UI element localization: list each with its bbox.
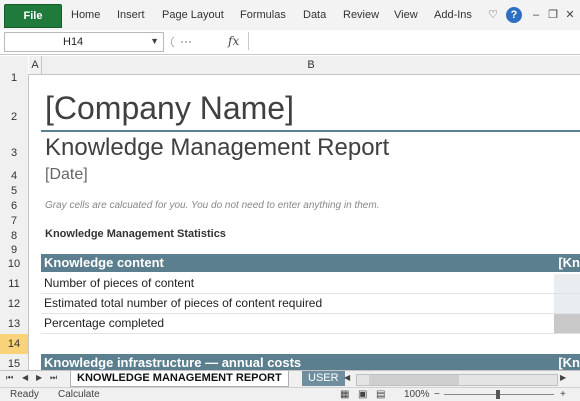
sheet-tab-bar: ⏮ ◀ ▶ ⏭ KNOWLEDGE MANAGEMENT REPORT USER… — [0, 370, 580, 387]
row-header-1[interactable]: 1 — [0, 73, 29, 84]
row-header-12[interactable]: 12 — [0, 294, 29, 314]
minimize-icon[interactable]: – — [528, 7, 544, 23]
section-header-infrastructure-costs[interactable]: Knowledge infrastructure — annual costs … — [41, 354, 580, 370]
row-label: Number of pieces of content — [44, 276, 195, 290]
row-header-15[interactable]: 15 — [0, 354, 29, 370]
zoom-slider-thumb[interactable] — [496, 390, 500, 399]
title-divider — [41, 130, 580, 132]
formula-bar-divider[interactable] — [166, 36, 216, 48]
tab-add-ins[interactable]: Add-Ins — [434, 9, 472, 21]
status-ready: Ready — [10, 389, 39, 400]
formula-bar: H14 ▼ fx — [0, 30, 580, 55]
row-label: Estimated total number of pieces of cont… — [44, 296, 323, 310]
row-header-5[interactable]: 5 — [0, 186, 29, 197]
statistics-heading[interactable]: Knowledge Management Statistics — [45, 228, 226, 240]
hint-text[interactable]: Gray cells are calcuated for you. You do… — [45, 200, 379, 211]
row-header-3[interactable]: 3 — [0, 134, 29, 166]
section-header-knowledge-content[interactable]: Knowledge content [Kn — [41, 254, 580, 272]
value-cell[interactable] — [554, 294, 580, 313]
status-calculate[interactable]: Calculate — [58, 389, 100, 400]
row-header-6[interactable]: 6 — [0, 196, 29, 216]
zoom-level[interactable]: 100% — [404, 389, 430, 400]
status-bar: Ready Calculate ▦ ▣ ▤ 100% − + — [0, 387, 580, 401]
section-right-label: [Kn — [558, 355, 580, 370]
row-header-4[interactable]: 4 — [0, 166, 29, 186]
row-header-10[interactable]: 10 — [0, 254, 29, 274]
name-box[interactable]: H14 ▼ — [4, 32, 164, 52]
row-header-8[interactable]: 8 — [0, 226, 29, 246]
name-box-value: H14 — [63, 36, 84, 48]
row-label: Percentage completed — [44, 316, 165, 330]
normal-view-icon[interactable]: ▦ — [340, 389, 349, 400]
scrollbar-thumb[interactable] — [369, 375, 459, 385]
section-label: Knowledge content — [44, 255, 164, 270]
horizontal-scrollbar[interactable] — [356, 374, 558, 386]
row-header-14[interactable]: 14 — [0, 334, 29, 354]
column-header-b[interactable]: B — [42, 56, 580, 75]
column-header-a[interactable]: A — [29, 56, 42, 75]
prev-sheet-icon[interactable]: ◀ — [22, 373, 28, 382]
row-header-7[interactable]: 7 — [0, 216, 29, 227]
row-header-2[interactable]: 2 — [0, 82, 29, 134]
row-header-13[interactable]: 13 — [0, 314, 29, 334]
company-name-cell[interactable]: [Company Name] — [45, 90, 294, 127]
date-cell[interactable]: [Date] — [45, 166, 88, 184]
tab-page-layout[interactable]: Page Layout — [162, 9, 224, 21]
tab-view[interactable]: View — [394, 9, 418, 21]
scroll-right-icon[interactable]: ▶ — [560, 373, 566, 382]
page-layout-view-icon[interactable]: ▣ — [358, 389, 367, 400]
scroll-left-icon[interactable]: ◀ — [344, 373, 350, 382]
tab-home[interactable]: Home — [71, 9, 100, 21]
sheet-tab-knowledge-management-report[interactable]: KNOWLEDGE MANAGEMENT REPORT — [70, 371, 289, 387]
close-icon[interactable]: ✕ — [562, 7, 578, 23]
table-row[interactable]: Percentage completed — [41, 314, 580, 334]
next-sheet-icon[interactable]: ▶ — [36, 373, 42, 382]
restore-icon[interactable]: ❐ — [545, 7, 561, 23]
zoom-out-icon[interactable]: − — [434, 389, 440, 400]
insert-function-icon[interactable]: fx — [228, 34, 239, 48]
section-right-label: [Kn — [558, 255, 580, 270]
chevron-down-icon[interactable]: ▼ — [150, 36, 159, 46]
table-row[interactable]: Estimated total number of pieces of cont… — [41, 294, 580, 314]
worksheet-grid[interactable]: [Company Name] Knowledge Management Repo… — [29, 74, 580, 370]
tab-formulas[interactable]: Formulas — [240, 9, 286, 21]
help-icon[interactable]: ? — [506, 7, 522, 23]
heart-icon[interactable]: ♡ — [485, 7, 501, 23]
section-label: Knowledge infrastructure — annual costs — [44, 355, 302, 370]
table-row[interactable]: Number of pieces of content — [41, 274, 580, 294]
tab-data[interactable]: Data — [303, 9, 326, 21]
file-tab[interactable]: File — [4, 4, 62, 28]
calculated-cell[interactable] — [554, 314, 580, 333]
tab-insert[interactable]: Insert — [117, 9, 145, 21]
ribbon-tab-bar: File Home Insert Page Layout Formulas Da… — [0, 0, 580, 31]
tab-review[interactable]: Review — [343, 9, 379, 21]
page-break-view-icon[interactable]: ▤ — [376, 389, 385, 400]
row-header-9[interactable]: 9 — [0, 245, 29, 256]
last-sheet-icon[interactable]: ⏭ — [50, 373, 57, 383]
first-sheet-icon[interactable]: ⏮ — [6, 373, 13, 383]
value-cell[interactable] — [554, 274, 580, 293]
formula-input[interactable] — [248, 32, 577, 50]
report-title-cell[interactable]: Knowledge Management Report — [45, 134, 389, 162]
row-header-11[interactable]: 11 — [0, 274, 29, 294]
sheet-tab-user[interactable]: USER — [302, 371, 345, 386]
zoom-in-icon[interactable]: + — [560, 389, 566, 400]
